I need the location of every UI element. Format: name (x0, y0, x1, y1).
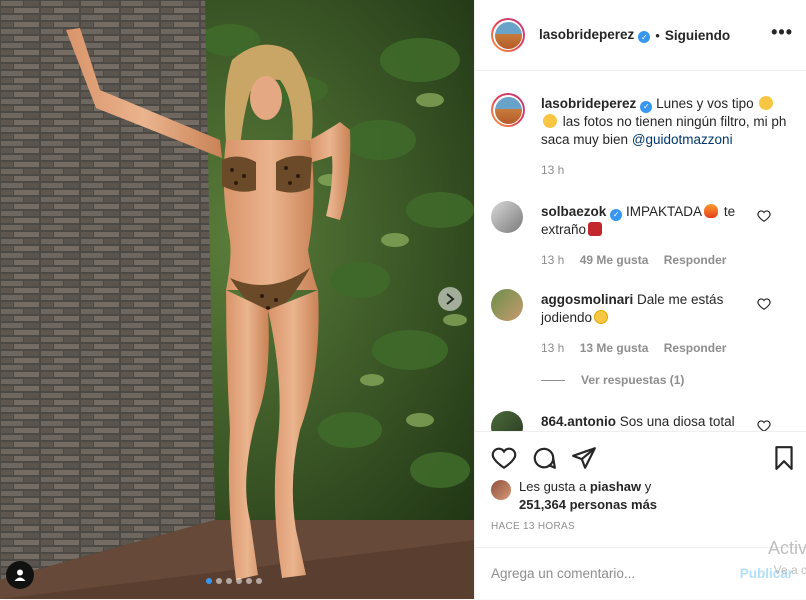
comment-text: aggosmolinari Dale me estás jodiendo 13 … (541, 291, 767, 357)
commenter-avatar[interactable] (491, 201, 523, 233)
carousel-dot (226, 578, 232, 584)
caption-text: lasobrideperez ✓ Lunes y vos tipo las fot… (541, 95, 791, 179)
next-photo-button[interactable] (438, 287, 462, 311)
comment-body: Sos una diosa total (619, 414, 735, 429)
tagged-users-button[interactable] (6, 561, 34, 589)
caption-line: Lunes y vos tipo (656, 96, 754, 111)
comment-time: 13 h (541, 341, 565, 355)
like-heart-icon[interactable] (491, 445, 517, 471)
person-icon (14, 569, 26, 581)
carousel-dot-active (206, 578, 212, 584)
verified-badge-icon: ✓ (638, 31, 651, 44)
like-comment-heart-icon[interactable] (757, 419, 771, 431)
liker-avatar[interactable] (491, 480, 511, 500)
commenter-username[interactable]: aggosmolinari (541, 292, 633, 307)
liker-username[interactable]: piashaw (590, 479, 641, 494)
carousel-dot (216, 578, 222, 584)
publish-button[interactable]: Publicar (740, 566, 793, 581)
more-options-icon[interactable]: ••• (771, 22, 793, 43)
fire-emoji-icon (704, 204, 719, 218)
add-comment-bar: Agrega un comentario... Publicar (475, 547, 806, 600)
like-comment-heart-icon[interactable] (757, 209, 771, 223)
verified-badge-icon: ✓ (610, 209, 623, 221)
separator-dot: • (655, 27, 660, 43)
verified-badge-icon: ✓ (640, 101, 653, 113)
author-avatar[interactable] (491, 18, 525, 52)
caption-time: 13 h (541, 163, 565, 177)
author-username[interactable]: lasobrideperez ✓ (539, 27, 651, 44)
heart-emoji-icon (588, 222, 603, 236)
action-bar (475, 431, 806, 482)
caption-username[interactable]: lasobrideperez (541, 96, 636, 111)
comment-text: solbaezok ✓ IMPAKTADA te extraño 13 h 49 … (541, 203, 767, 269)
commenter-username[interactable]: 864.antonio (541, 414, 616, 429)
commenter-avatar[interactable] (491, 411, 523, 431)
star-struck-emoji-icon (594, 310, 609, 324)
post-time-ago[interactable]: HACE 13 HORAS (491, 521, 575, 532)
save-bookmark-icon[interactable] (771, 445, 797, 471)
smirk-emoji-icon (759, 96, 774, 110)
smirk-emoji-icon (543, 114, 557, 128)
caption-mention-link[interactable]: @guidotmazzoni (632, 132, 733, 147)
carousel-dot (246, 578, 252, 584)
post-header: lasobrideperez ✓ • Siguiendo ••• (475, 0, 806, 71)
share-paper-plane-icon[interactable] (571, 445, 597, 471)
post-photo[interactable] (0, 0, 474, 599)
comment-text: 864.antonio Sos una diosa total (541, 413, 767, 431)
reply-button[interactable]: Responder (664, 253, 727, 267)
carousel-indicator (206, 578, 262, 584)
photo-scene (0, 0, 474, 599)
comments-list[interactable]: lasobrideperez ✓ Lunes y vos tipo las fot… (475, 71, 806, 431)
post-details-panel: lasobrideperez ✓ • Siguiendo ••• lasobrid… (474, 0, 806, 599)
commenter-avatar[interactable] (491, 289, 523, 321)
likes-prefix: Les gusta a (519, 479, 587, 494)
comment-likes[interactable]: 49 Me gusta (580, 253, 649, 267)
comment-time: 13 h (541, 253, 565, 267)
carousel-dot (256, 578, 262, 584)
chevron-right-icon (446, 293, 455, 305)
commenter-username[interactable]: solbaezok (541, 204, 606, 219)
reply-button[interactable]: Responder (664, 341, 727, 355)
view-replies-line (541, 380, 565, 382)
likes-conj: y (644, 479, 652, 494)
likes-count[interactable]: 251,364 personas más (519, 497, 657, 512)
carousel-dot (236, 578, 242, 584)
following-button[interactable]: Siguiendo (665, 28, 730, 43)
comment-bubble-icon[interactable] (531, 445, 557, 471)
caption-avatar[interactable] (491, 93, 525, 127)
like-comment-heart-icon[interactable] (757, 297, 771, 311)
comment-input[interactable]: Agrega un comentario... (491, 566, 635, 581)
comment-likes[interactable]: 13 Me gusta (580, 341, 649, 355)
comment-body: IMPAKTADA (626, 204, 703, 219)
view-replies-button[interactable]: Ver respuestas (1) (541, 373, 684, 387)
